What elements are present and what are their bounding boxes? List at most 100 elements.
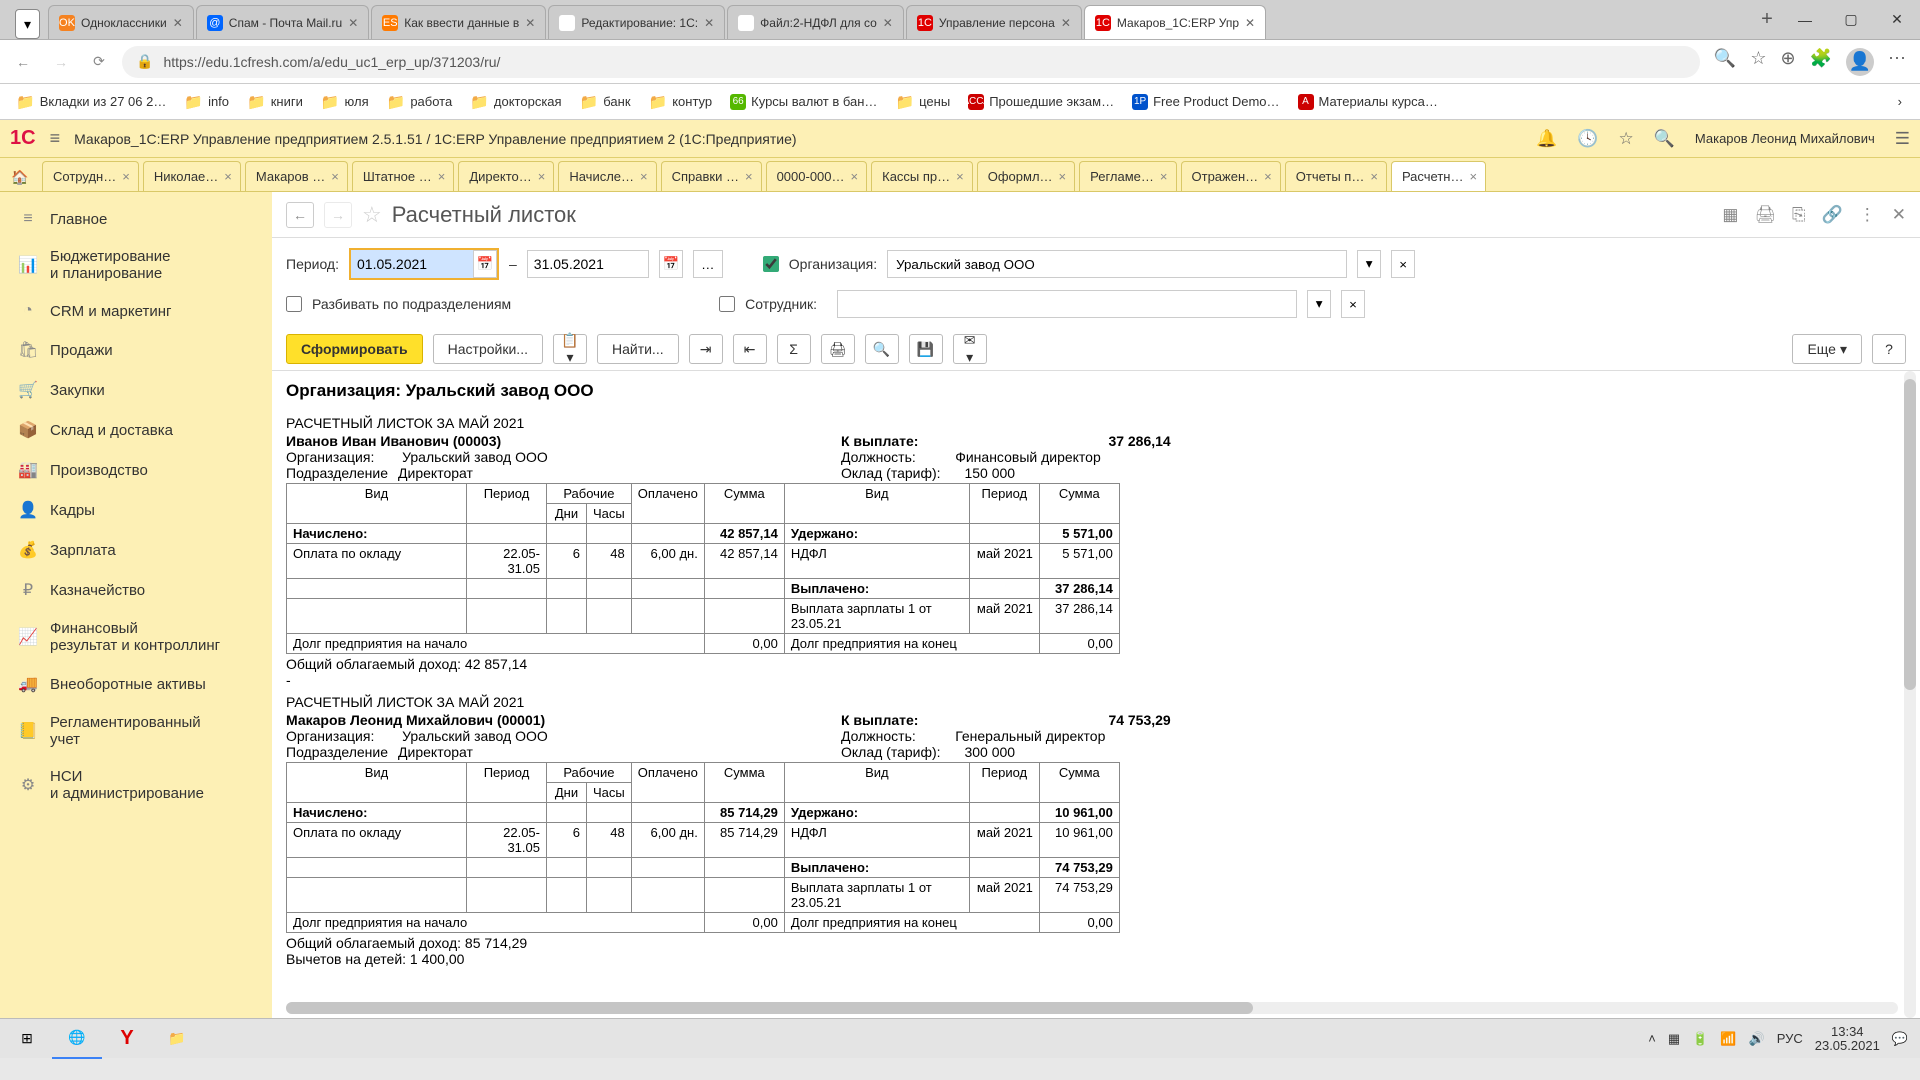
org-clear[interactable]: × — [1391, 250, 1415, 278]
emp-dropdown[interactable]: ▾ — [1307, 290, 1331, 318]
close-icon[interactable]: ✕ — [1061, 16, 1071, 30]
app-tab[interactable]: Николае…× — [143, 161, 241, 191]
bookmark-item[interactable]: AМатериалы курса… — [1292, 90, 1444, 114]
hamburger-icon[interactable]: ≡ — [50, 128, 61, 149]
app-tab[interactable]: Отражен…× — [1181, 161, 1281, 191]
sidebar-item[interactable]: 📒Регламентированныйучет — [0, 704, 272, 758]
sidebar-item[interactable]: 🛍Продажи — [0, 330, 272, 370]
print-button[interactable]: 🖨 — [821, 334, 855, 364]
tray-chevron[interactable]: ˄ — [1648, 1031, 1656, 1046]
app-tab[interactable]: Сотрудн…× — [42, 161, 139, 191]
layout-icon[interactable]: ▦ — [1722, 205, 1738, 225]
find-button[interactable]: Найти... — [597, 334, 679, 364]
bookmarks-overflow[interactable]: › — [1890, 94, 1910, 109]
browser-tab[interactable]: @Спам - Почта Mail.ru✕ — [196, 5, 369, 39]
period-dots[interactable]: … — [693, 250, 723, 278]
user-menu-icon[interactable]: ☰ — [1895, 129, 1910, 149]
window-close[interactable]: ✕ — [1874, 0, 1920, 40]
print-icon[interactable]: 🖨 — [1754, 205, 1776, 225]
bookmark-item[interactable]: 📁работа — [381, 90, 459, 114]
expand-icon[interactable]: ⇥ — [689, 334, 723, 364]
app-tab[interactable]: Регламе…× — [1079, 161, 1176, 191]
help-button[interactable]: ? — [1872, 334, 1906, 364]
zoom-icon[interactable]: 🔍 — [1714, 48, 1736, 76]
close-icon[interactable]: × — [851, 169, 859, 184]
collections-icon[interactable]: ⊕ — [1780, 48, 1795, 76]
browser-tab[interactable]: ))Файл:2-НДФЛ для со✕ — [727, 5, 904, 39]
bookmark-item[interactable]: 📁юля — [315, 90, 375, 114]
variant-button[interactable]: 📋▾ — [553, 334, 587, 364]
tray-sound-icon[interactable]: 🔊 — [1749, 1031, 1765, 1047]
app-tab[interactable]: Оформл…× — [977, 161, 1075, 191]
save-button[interactable]: 💾 — [909, 334, 943, 364]
sidebar-item[interactable]: 🏭Производство — [0, 450, 272, 490]
tray-notifications-icon[interactable]: 💬 — [1892, 1031, 1908, 1047]
sidebar-item[interactable]: ◔CRM и маркетинг — [0, 292, 272, 330]
search-icon[interactable]: 🔍 — [1654, 129, 1675, 149]
close-icon[interactable]: × — [956, 169, 964, 184]
close-icon[interactable]: ✕ — [348, 16, 358, 30]
start-button[interactable]: ⊞ — [2, 1019, 52, 1059]
window-maximize[interactable]: ▢ — [1828, 0, 1874, 40]
org-dropdown[interactable]: ▾ — [1357, 250, 1381, 278]
tray-lang[interactable]: РУС — [1777, 1031, 1803, 1046]
sidebar-item[interactable]: ⚙НСИи администрирование — [0, 758, 272, 812]
bookmark-item[interactable]: 66Курсы валют в бан… — [724, 90, 883, 114]
close-icon[interactable]: ✕ — [1245, 16, 1255, 30]
sidebar-item[interactable]: 👤Кадры — [0, 490, 272, 530]
export-icon[interactable]: ⎘ — [1792, 205, 1806, 225]
split-checkbox[interactable] — [286, 296, 302, 312]
sidebar-item[interactable]: ₽Казначейство — [0, 570, 272, 610]
app-tab[interactable]: Директо…× — [458, 161, 554, 191]
browser-tab[interactable]: ESКак ввести данные в✕ — [371, 5, 546, 39]
org-input[interactable] — [887, 250, 1347, 278]
app-tab[interactable]: Справки …× — [661, 161, 762, 191]
app-tab[interactable]: 0000-000…× — [766, 161, 868, 191]
home-tab[interactable]: 🏠 — [6, 163, 34, 191]
yandex-taskbar-icon[interactable]: Y — [102, 1019, 152, 1059]
close-icon[interactable]: × — [745, 169, 753, 184]
close-icon[interactable]: × — [1059, 169, 1067, 184]
close-icon[interactable]: × — [640, 169, 648, 184]
close-icon[interactable]: × — [1469, 169, 1477, 184]
profile-avatar[interactable]: 👤 — [1846, 48, 1874, 76]
bell-icon[interactable]: 🔔 — [1536, 129, 1557, 149]
back-button[interactable]: ← — [8, 47, 38, 77]
close-icon[interactable]: × — [122, 169, 130, 184]
bookmark-item[interactable]: 📁info — [178, 90, 235, 114]
nav-back[interactable]: ← — [286, 202, 314, 228]
app-tab[interactable]: Макаров …× — [245, 161, 348, 191]
browser-tab[interactable]: ))Редактирование: 1С:✕ — [548, 5, 725, 39]
close-page-icon[interactable]: ✕ — [1892, 205, 1906, 225]
new-tab-button[interactable]: + — [1752, 0, 1782, 39]
link-icon[interactable]: 🔗 — [1822, 205, 1843, 225]
sidebar-item[interactable]: 📊Бюджетированиеи планирование — [0, 238, 272, 292]
bookmark-item[interactable]: 1PFree Product Demo… — [1126, 90, 1285, 114]
close-icon[interactable]: × — [538, 169, 546, 184]
nav-forward[interactable]: → — [324, 202, 352, 228]
bookmark-item[interactable]: 📁банк — [574, 90, 637, 114]
org-checkbox[interactable] — [763, 256, 779, 272]
close-icon[interactable]: ✕ — [704, 16, 714, 30]
period-from-input[interactable] — [351, 250, 473, 278]
emp-input[interactable] — [837, 290, 1297, 318]
vertical-scrollbar[interactable] — [1904, 371, 1916, 1018]
history-icon[interactable]: 🕓 — [1577, 129, 1598, 149]
period-to-input[interactable] — [527, 250, 649, 278]
favorite-icon[interactable]: ☆ — [1750, 48, 1766, 76]
sidebar-item[interactable]: 📦Склад и доставка — [0, 410, 272, 450]
tray-battery-icon[interactable]: 🔋 — [1692, 1031, 1708, 1047]
close-icon[interactable]: × — [1264, 169, 1272, 184]
bookmark-item[interactable]: 📁контур — [643, 90, 719, 114]
close-icon[interactable]: × — [438, 169, 446, 184]
close-icon[interactable]: × — [1370, 169, 1378, 184]
horizontal-scrollbar[interactable] — [286, 1002, 1898, 1014]
extension-icon[interactable]: 🧩 — [1810, 48, 1832, 76]
close-icon[interactable]: × — [224, 169, 232, 184]
sidebar-item[interactable]: 📈Финансовыйрезультат и контроллинг — [0, 610, 272, 664]
sidebar-item[interactable]: ≡Главное — [0, 200, 272, 238]
window-minimize[interactable]: — — [1782, 0, 1828, 40]
more-button[interactable]: Еще ▾ — [1792, 334, 1862, 364]
refresh-button[interactable]: ⟳ — [84, 47, 114, 77]
bookmark-item[interactable]: 📁книги — [241, 90, 309, 114]
